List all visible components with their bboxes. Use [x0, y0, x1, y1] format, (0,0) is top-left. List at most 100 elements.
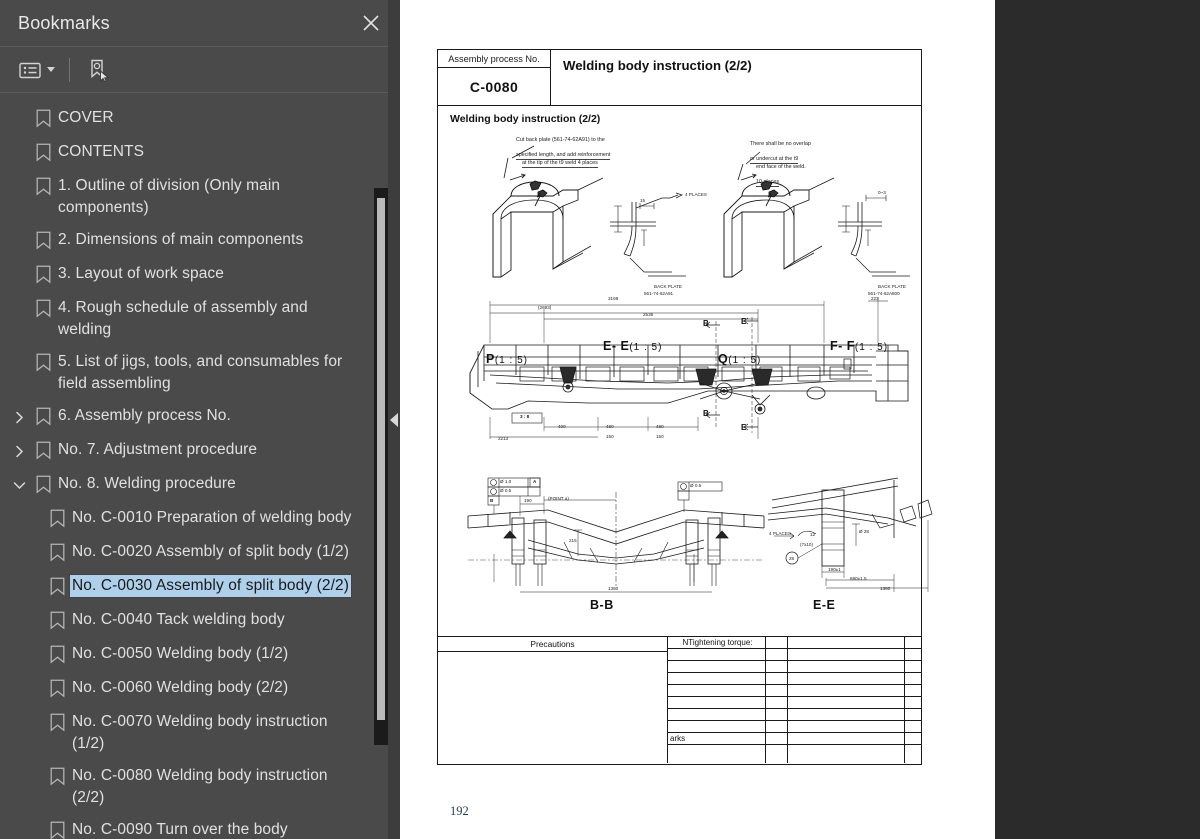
- bookmark-item-label: No. C-0020 Assembly of split body (1/2): [72, 543, 349, 560]
- torque-row: [668, 721, 921, 733]
- bookmark-item-label: No. C-0060 Welding body (2/2): [72, 679, 289, 696]
- main-dim-second: 2536: [643, 312, 654, 317]
- chevron-down-icon[interactable]: [8, 474, 30, 496]
- ee-dim-190: 190±1: [828, 567, 841, 572]
- bookmark-item[interactable]: 5. List of jigs, tools, and consumables …: [0, 346, 370, 400]
- ee-dim-1380: 1380: [880, 586, 891, 591]
- panel-collapse-handle[interactable]: [388, 0, 400, 839]
- bookmark-icon: [44, 509, 70, 531]
- bookmarks-list-container[interactable]: COVER CONTENTS 1. Outline of division (Onl…: [0, 93, 400, 839]
- remarks-row: arks: [668, 733, 921, 745]
- bookmark-item-label: CONTENTS: [58, 143, 145, 160]
- section-mark-e-bottom: E: [741, 423, 747, 432]
- bookmark-item[interactable]: 1. Outline of division (Only main compon…: [0, 170, 370, 224]
- main-dim-bottom-overall: 2213: [498, 436, 509, 441]
- main-dim-d2: 480: [606, 424, 614, 429]
- bookmark-icon: [30, 177, 56, 199]
- bookmarks-scrollbar[interactable]: [374, 188, 388, 745]
- chevron-right-icon[interactable]: [8, 406, 30, 428]
- drawing-footer-table: Precautions NTightening torque: arks: [438, 637, 921, 763]
- bb-right-flatness: Ø 0.5: [690, 483, 702, 488]
- bookmarks-panel-header: Bookmarks: [0, 0, 400, 47]
- torque-row: [668, 697, 921, 709]
- bookmark-item[interactable]: COVER: [0, 102, 370, 136]
- document-viewer[interactable]: Assembly process No. C-0080 Welding body…: [400, 0, 1200, 839]
- drawing-title-block: Assembly process No. C-0080 Welding body…: [438, 50, 921, 106]
- chevron-down-icon: [47, 67, 55, 72]
- bookmark-item[interactable]: No. C-0020 Assembly of split body (1/2): [0, 536, 370, 570]
- torque-header-row: NTightening torque:: [668, 637, 921, 649]
- bookmark-item[interactable]: 3. Layout of work space: [0, 258, 370, 292]
- bookmark-item-label: 2. Dimensions of main components: [58, 231, 304, 248]
- main-dim-d5: 150: [656, 434, 664, 439]
- new-bookmark-button[interactable]: [82, 55, 114, 85]
- bookmark-item-label: No. C-0010 Preparation of welding body: [72, 509, 352, 526]
- main-dim-d3: 480: [656, 424, 664, 429]
- pdf-page: Assembly process No. C-0080 Welding body…: [400, 0, 995, 839]
- bookmark-item-label: No. C-0030 Assembly of split body (2/2): [69, 574, 352, 598]
- bookmark-item[interactable]: No. C-0080 Welding body instruction (2/2…: [0, 760, 370, 814]
- torque-row: [668, 649, 921, 661]
- view-label-ff-detail: F- F(1 : 5): [830, 339, 889, 353]
- bookmark-item[interactable]: 6. Assembly process No.: [0, 400, 370, 434]
- toolbar-divider: [69, 57, 70, 82]
- torque-row: [668, 685, 921, 697]
- bookmark-options-button[interactable]: [14, 55, 59, 85]
- main-dim-overall-top: 3169: [608, 296, 619, 301]
- bookmark-item[interactable]: No. C-0090 Turn over the body: [0, 814, 370, 839]
- bookmark-item-label: No. C-0050 Welding body (1/2): [72, 645, 289, 662]
- view-label-ee-detail: E- E(1 : 5): [603, 339, 663, 353]
- back-plate-no-left: 561-74-62A91: [644, 291, 674, 296]
- ee-dim-690: 690±1.5: [850, 576, 867, 581]
- precautions-body: [438, 652, 667, 763]
- bookmark-item[interactable]: No. 8. Welding procedure: [0, 468, 370, 502]
- close-panel-button[interactable]: [358, 10, 384, 36]
- view-label-q: Q(1 : 5): [718, 352, 762, 366]
- bookmarks-list: COVER CONTENTS 1. Outline of division (Onl…: [0, 102, 400, 839]
- bookmark-icon: [44, 821, 70, 839]
- main-dim-right: 223: [871, 296, 879, 301]
- bookmark-icon: [44, 543, 70, 565]
- bookmarks-scrollbar-thumb[interactable]: [377, 198, 385, 720]
- bookmark-item-label: No. C-0040 Tack welding body: [72, 611, 285, 628]
- remarks-cell: arks: [668, 733, 766, 744]
- bookmark-item[interactable]: No. C-0050 Welding body (1/2): [0, 638, 370, 672]
- ee-balloon-number: 28: [789, 556, 795, 561]
- bb-dim-190: 190: [524, 498, 532, 503]
- back-plate-label-right: BACK PLATE: [878, 284, 906, 289]
- four-places-label: 4 PLACES: [685, 192, 707, 197]
- list-options-icon: [19, 62, 41, 78]
- bookmark-item[interactable]: No. C-0010 Preparation of welding body: [0, 502, 370, 536]
- bookmark-item[interactable]: No. 7. Adjustment procedure: [0, 434, 370, 468]
- bookmark-item[interactable]: No. C-0030 Assembly of split body (2/2): [0, 570, 370, 604]
- bookmark-item[interactable]: No. C-0040 Tack welding body: [0, 604, 370, 638]
- bookmark-item-label: No. C-0070 Welding body instruction (1/2…: [72, 713, 328, 752]
- dim-15-label: 15: [640, 198, 646, 203]
- bookmark-item[interactable]: CONTENTS: [0, 136, 370, 170]
- section-view-label-ee: E-E: [813, 598, 836, 612]
- bookmark-item-label: No. 7. Adjustment procedure: [58, 441, 258, 458]
- main-dim-paren: (2693): [538, 305, 552, 310]
- process-no-label: Assembly process No.: [438, 50, 550, 68]
- new-bookmark-icon: [91, 59, 110, 82]
- bb-point-label: (POINT a): [548, 496, 569, 501]
- bb-flatness-2: Ø 0.5: [500, 488, 512, 493]
- back-plate-label-left: BACK PLATE: [654, 284, 682, 289]
- engineering-drawing-frame: Assembly process No. C-0080 Welding body…: [437, 49, 933, 765]
- bookmark-item[interactable]: No. C-0070 Welding body instruction (1/2…: [0, 706, 370, 760]
- bookmark-icon: [30, 143, 56, 165]
- drawing-title: Welding body instruction (2/2): [563, 58, 752, 73]
- bookmark-item[interactable]: 4. Rough schedule of assembly and weldin…: [0, 292, 370, 346]
- bookmark-icon: [44, 767, 70, 789]
- bookmark-item[interactable]: No. C-0060 Welding body (2/2): [0, 672, 370, 706]
- bookmark-icon: [30, 441, 56, 463]
- section-mark-e-top: E: [741, 317, 747, 326]
- chevron-right-icon[interactable]: [8, 440, 30, 462]
- drawing-body: Welding body instruction (2/2) Cut back …: [438, 106, 933, 637]
- bookmark-item[interactable]: 2. Dimensions of main components: [0, 224, 370, 258]
- bookmark-icon: [30, 407, 56, 429]
- ee-dim-12: 12: [810, 532, 816, 537]
- bookmark-item-label: 5. List of jigs, tools, and consumables …: [58, 353, 343, 392]
- torque-row-last: [668, 745, 921, 763]
- bookmark-item-label: 6. Assembly process No.: [58, 407, 231, 424]
